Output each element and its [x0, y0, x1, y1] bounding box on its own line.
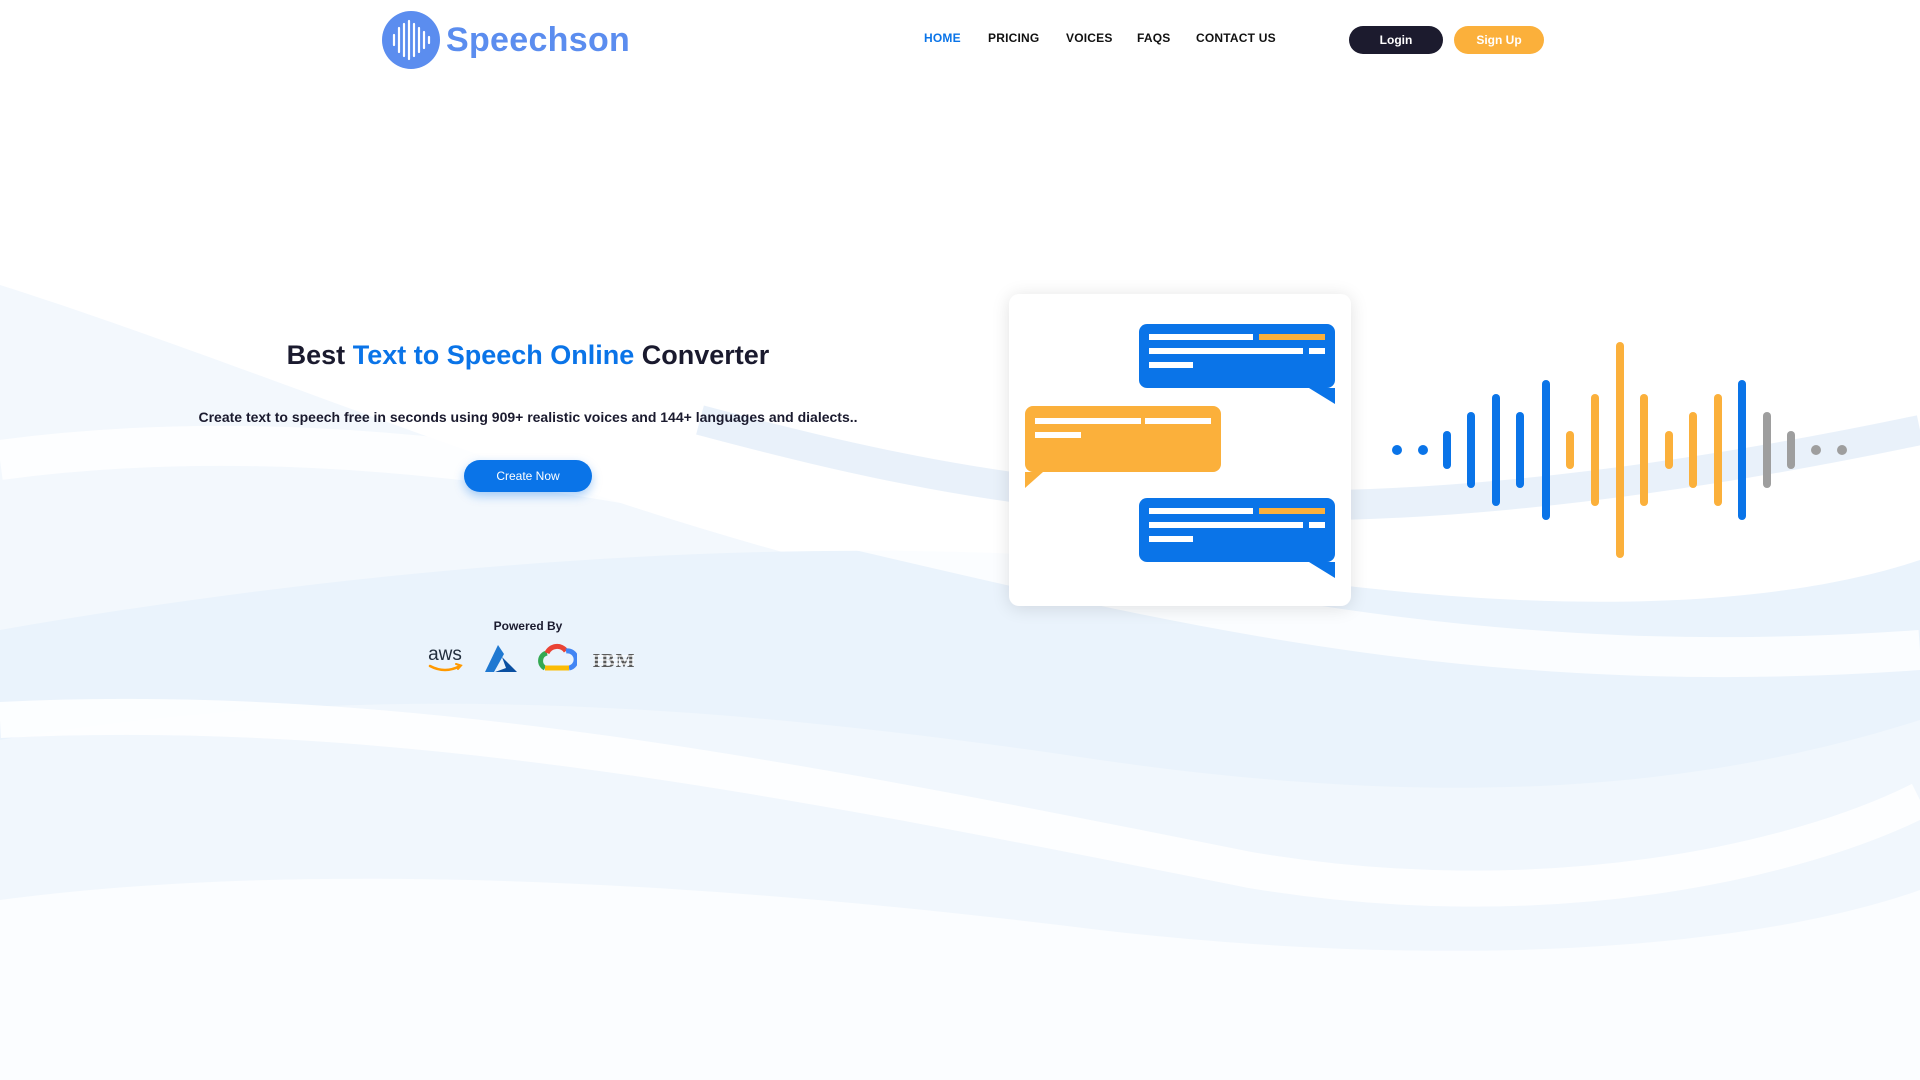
create-now-button[interactable]: Create Now [464, 460, 592, 492]
google-cloud-logo [537, 642, 579, 681]
ibm-logo: IBM [592, 648, 636, 679]
hero-title-accent: Text to Speech Online [352, 340, 635, 370]
svg-text:IBM: IBM [593, 650, 636, 672]
chat-bubble-blue-icon [1139, 498, 1335, 578]
site-header: Speechson HOME PRICING VOICES FAQS CONTA… [0, 0, 1920, 80]
signup-button[interactable]: Sign Up [1454, 26, 1544, 54]
nav-voices[interactable]: VOICES [1066, 31, 1113, 45]
hero-title-prefix: Best [286, 340, 346, 370]
hero-title: Best Text to Speech Online Converter [0, 340, 1056, 371]
nav-pricing[interactable]: PRICING [988, 31, 1039, 45]
hero-subtitle: Create text to speech free in seconds us… [198, 409, 858, 425]
hero-title-suffix: Converter [641, 340, 770, 370]
chat-bubble-blue-icon [1139, 324, 1335, 404]
azure-logo [482, 642, 520, 681]
nav-home[interactable]: HOME [924, 31, 961, 45]
chat-bubble-orange-icon [1025, 406, 1221, 488]
nav-faqs[interactable]: FAQS [1137, 31, 1170, 45]
nav-contact-us[interactable]: CONTACT US [1196, 31, 1276, 45]
chat-illustration [1009, 294, 1351, 606]
sound-wave-icon [1392, 342, 1847, 558]
partner-logos: aws IBM [420, 642, 640, 682]
main-nav: HOME PRICING VOICES FAQS CONTACT US [0, 31, 1920, 51]
aws-logo: aws [425, 642, 465, 683]
powered-by-label: Powered By [493, 619, 563, 633]
svg-text:aws: aws [428, 644, 462, 665]
login-button[interactable]: Login [1349, 26, 1443, 54]
